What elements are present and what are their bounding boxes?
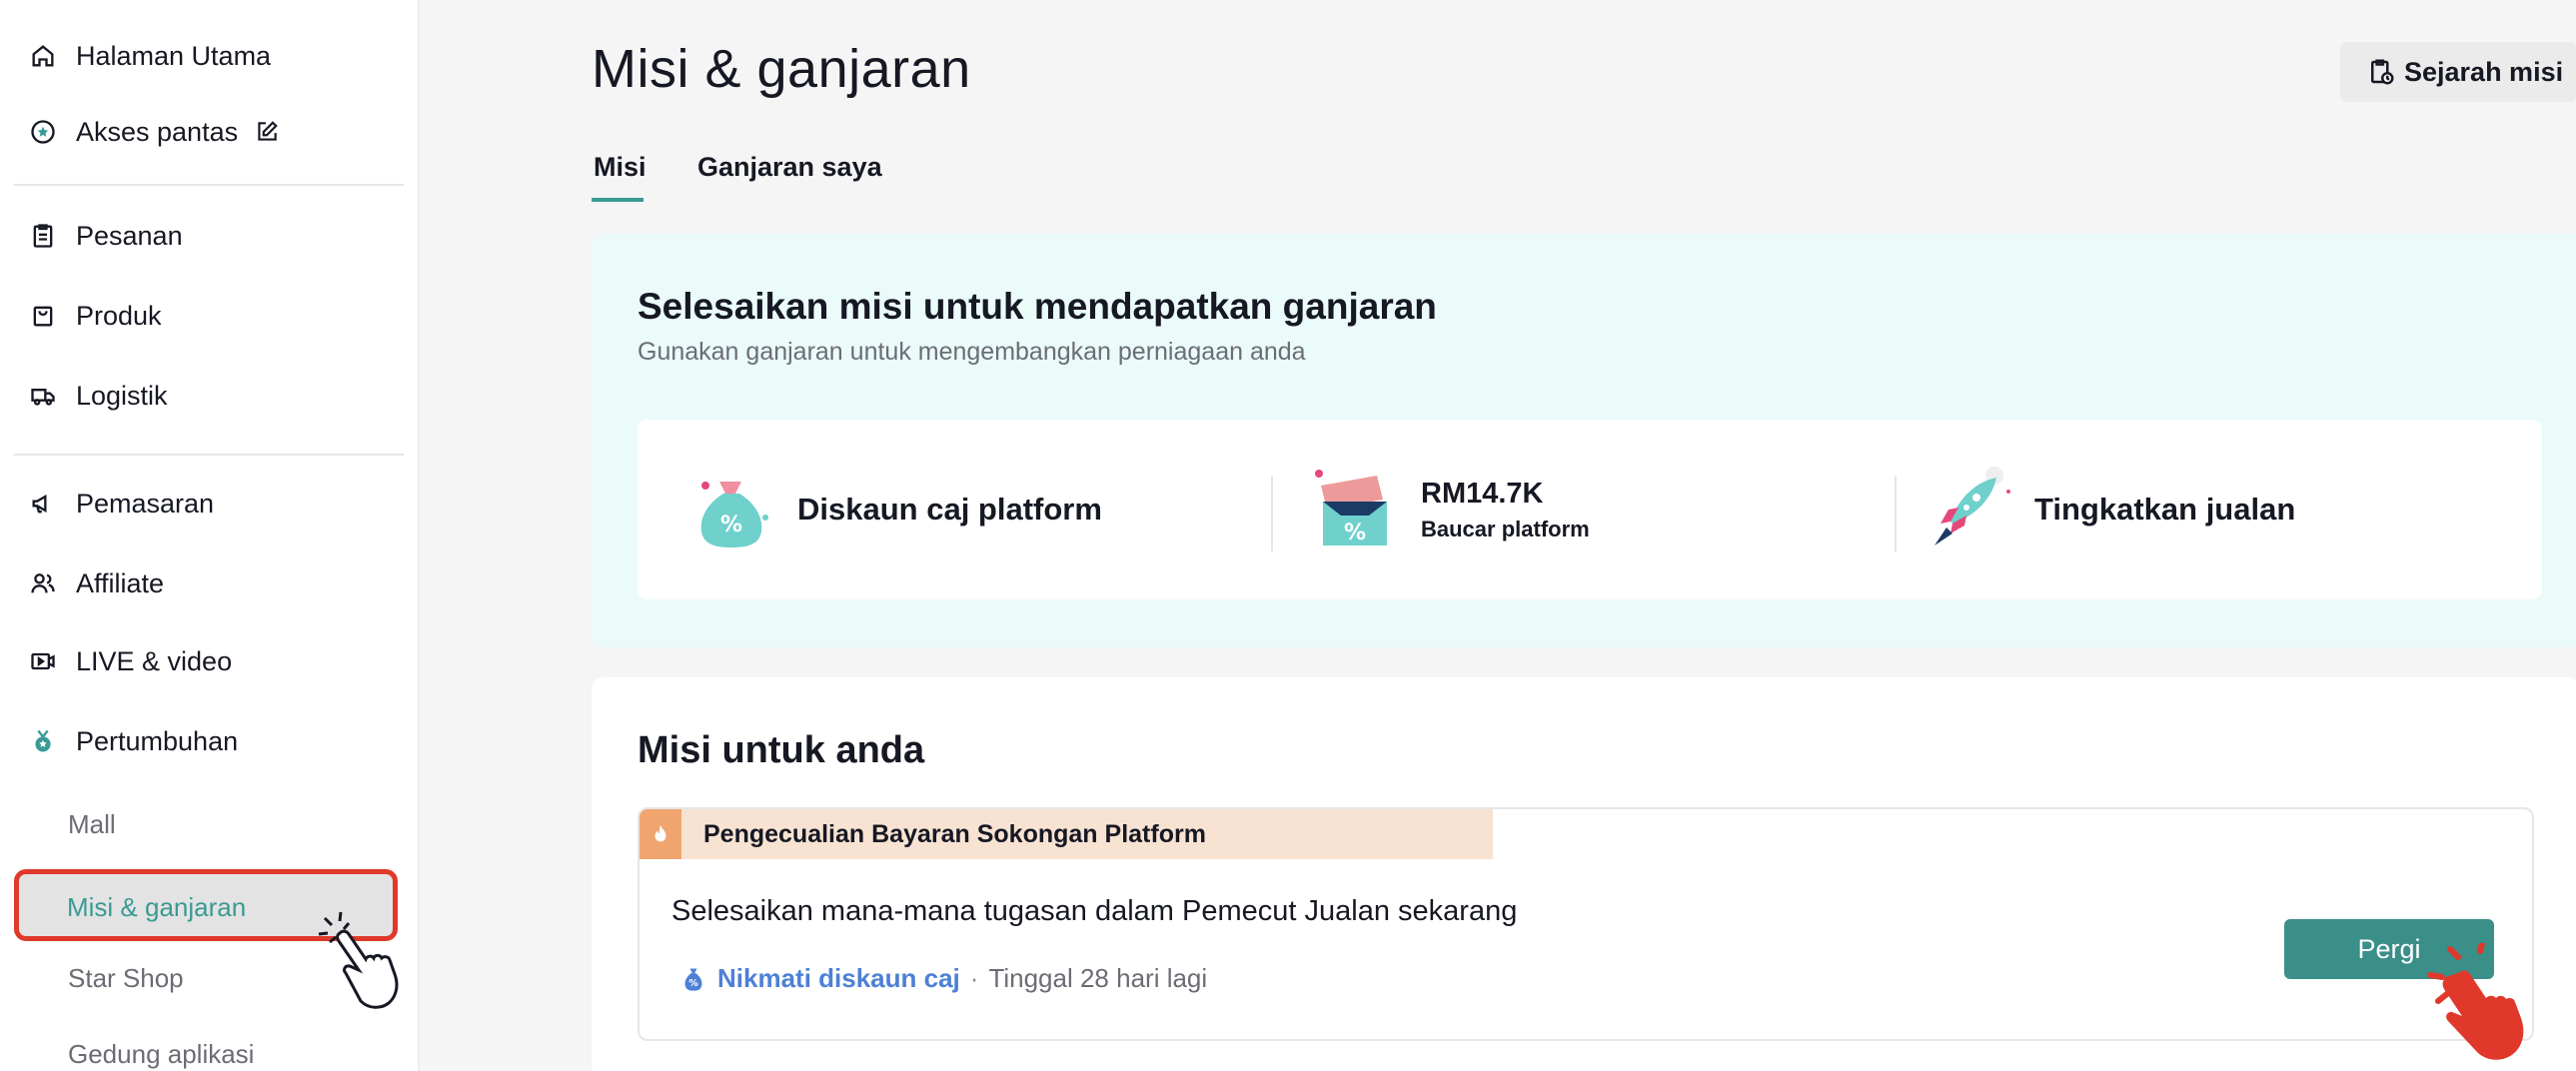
app-page: Halaman Utama Akses pantas Pesanan Produ… — [0, 0, 2576, 1071]
sidebar-item-label: Pemasaran — [76, 488, 215, 519]
sidebar-item-products[interactable]: Produk — [28, 288, 162, 344]
sidebar-item-marketing[interactable]: Pemasaran — [28, 476, 214, 532]
missions-title: Misi untuk anda — [638, 729, 925, 771]
sidebar-item-label: Akses pantas — [76, 116, 239, 147]
sidebar-item-affiliate[interactable]: Affiliate — [28, 555, 164, 611]
hero-title: Selesaikan misi untuk mendapatkan ganjar… — [638, 286, 1437, 327]
edit-icon[interactable] — [254, 119, 280, 145]
truck-icon — [28, 381, 58, 411]
sidebar-subitem-mall[interactable]: Mall — [68, 809, 116, 840]
mission-history-label: Sejarah misi — [2404, 56, 2564, 87]
benefit-voucher: % RM14.7K Baucar platform — [1307, 420, 1590, 599]
home-icon — [28, 41, 58, 71]
sidebar-item-label: Logistik — [76, 380, 168, 411]
clipboard-icon — [28, 221, 58, 251]
sidebar-item-logistics[interactable]: Logistik — [28, 368, 168, 424]
rewards-hero-panel: Selesaikan misi untuk mendapatkan ganjar… — [592, 234, 2576, 647]
tap-hand-icon — [2427, 943, 2524, 1060]
clipboard-clock-icon — [2371, 59, 2394, 85]
benefit-voucher-value: RM14.7K — [1421, 477, 1544, 510]
benefit-voucher-caption: Baucar platform — [1421, 516, 1590, 541]
rocket-icon — [1934, 467, 2010, 545]
sidebar-subitem-star-shop[interactable]: Star Shop — [68, 963, 184, 994]
megaphone-icon — [28, 489, 58, 519]
benefit-voucher-text: RM14.7K Baucar platform — [1421, 478, 1590, 542]
mission-card: Pengecualian Bayaran Sokongan Platform S… — [638, 807, 2534, 1041]
video-icon — [28, 646, 58, 676]
sidebar-item-label: LIVE & video — [76, 645, 233, 676]
mission-history-button[interactable]: Sejarah misi — [2340, 42, 2576, 102]
sidebar-subitem-app-store[interactable]: Gedung aplikasi — [68, 1039, 254, 1070]
missions-panel: Misi untuk anda Pengecualian Bayaran Sok… — [592, 677, 2576, 1071]
benefit-label: Tingkatkan jualan — [2034, 492, 2296, 527]
hero-subtitle: Gunakan ganjaran untuk mengembangkan per… — [638, 338, 1306, 366]
tab-missions[interactable]: Misi — [594, 152, 646, 183]
money-bag-icon: % — [684, 968, 702, 991]
sidebar-item-label: Affiliate — [76, 567, 165, 598]
benefit-separator — [1895, 476, 1897, 551]
benefit-label: Diskaun caj platform — [797, 492, 1102, 527]
svg-text:%: % — [688, 978, 698, 989]
sidebar-item-live-video[interactable]: LIVE & video — [28, 633, 232, 689]
star-circle-icon — [28, 117, 58, 147]
sidebar: Halaman Utama Akses pantas Pesanan Produ… — [0, 0, 420, 1071]
mission-meta: % Nikmati diskaun caj · Tinggal 28 hari … — [679, 963, 1207, 994]
mission-perk-link[interactable]: Nikmati diskaun caj — [717, 963, 960, 994]
tab-active-indicator — [592, 198, 644, 202]
sidebar-item-quick-access[interactable]: Akses pantas — [28, 104, 280, 160]
benefit-boost-sales: Tingkatkan jualan — [1921, 420, 2295, 599]
page-title: Misi & ganjaran — [592, 39, 971, 99]
sidebar-divider — [14, 454, 404, 456]
sidebar-item-label: Produk — [76, 300, 162, 331]
sidebar-subitem-label: Misi & ganjaran — [67, 892, 247, 922]
main-content: Misi & ganjaran Sejarah misi Misi Ganjar… — [422, 0, 2576, 1071]
svg-text:%: % — [1344, 521, 1366, 545]
voucher-ticket-icon: % — [1315, 470, 1387, 545]
sidebar-divider — [14, 184, 404, 186]
growth-medal-icon — [28, 726, 58, 756]
sidebar-item-label: Halaman Utama — [76, 40, 272, 71]
money-bag-percent-icon: % — [700, 482, 768, 547]
pointer-hand-cursor-icon — [318, 911, 399, 1009]
benefit-separator — [1271, 476, 1273, 551]
sidebar-item-orders[interactable]: Pesanan — [28, 208, 183, 264]
benefits-card: % Diskaun caj platform % RM14.7K Baucar … — [638, 420, 2542, 599]
bag-icon — [28, 301, 58, 331]
sidebar-item-label: Pesanan — [76, 220, 183, 251]
benefit-fee-discount: % Diskaun caj platform — [683, 420, 1102, 599]
mission-time-remaining: Tinggal 28 hari lagi — [988, 963, 1208, 993]
svg-text:%: % — [720, 513, 742, 537]
flame-icon — [640, 809, 681, 859]
mission-tag: Pengecualian Bayaran Sokongan Platform — [640, 809, 1493, 859]
sidebar-item-label: Pertumbuhan — [76, 725, 239, 756]
mission-tag-label: Pengecualian Bayaran Sokongan Platform — [703, 819, 1206, 848]
tab-my-rewards[interactable]: Ganjaran saya — [697, 152, 882, 183]
sidebar-item-growth[interactable]: Pertumbuhan — [28, 713, 238, 769]
sidebar-item-home[interactable]: Halaman Utama — [28, 28, 271, 84]
meta-separator: · — [969, 963, 979, 993]
users-icon — [28, 568, 58, 598]
mission-description: Selesaikan mana-mana tugasan dalam Pemec… — [671, 895, 1518, 927]
